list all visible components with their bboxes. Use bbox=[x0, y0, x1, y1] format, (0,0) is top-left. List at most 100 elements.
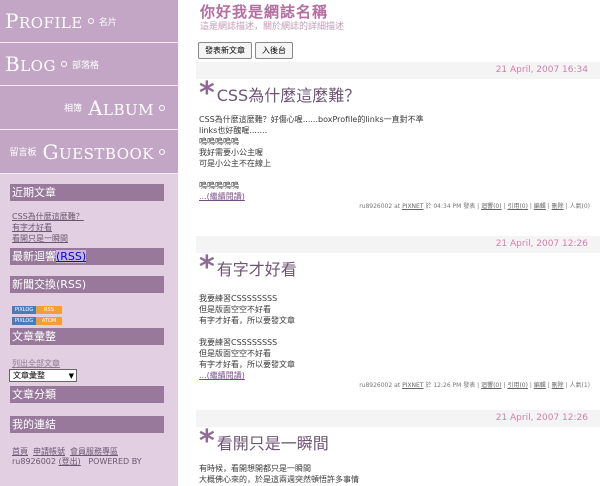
recent-posts-list: CSS為什麼這麼難？ 有字才好看 看開只是一瞬間 bbox=[12, 211, 178, 244]
post-title-row: * 看開只是一瞬間 bbox=[199, 427, 600, 457]
post-date: 21 April, 2007 12:26 bbox=[196, 410, 600, 427]
atom-feed-badge[interactable]: PIXLOG ATOM bbox=[12, 317, 178, 325]
category-heading: 文章分類 bbox=[10, 386, 164, 403]
footer-member-link[interactable]: 會員服務專區 bbox=[70, 447, 118, 456]
meta-at: at bbox=[394, 203, 401, 210]
recent-post-link[interactable]: CSS為什麼這麼難？ bbox=[12, 211, 178, 222]
meta-edit-link[interactable]: 編輯 bbox=[534, 382, 546, 389]
sidebar: PROFILE 名片 BLOG 部落格 相簿 ALBUM 留言板 GUESTBO… bbox=[0, 0, 178, 486]
nav-profile-label: PROFILE bbox=[5, 9, 83, 33]
post-title-row: * 有字才好看 bbox=[199, 253, 600, 283]
rss-feed-badge[interactable]: PIXLOG RSS bbox=[12, 306, 178, 314]
nav-album-label: ALBUM bbox=[88, 95, 154, 120]
meta-time: 於 04:34 PM 發表 bbox=[425, 203, 476, 210]
meta-user: ru8926002 bbox=[359, 382, 393, 389]
post-title[interactable]: 有字才好看 bbox=[217, 256, 297, 280]
feed-badge-left: PIXLOG bbox=[12, 306, 36, 314]
post-line: 我要練習CSSSSSSSS bbox=[199, 338, 278, 347]
nav-guestbook-label: GUESTBOOK bbox=[42, 139, 154, 164]
powered-by: POWERED BY bbox=[88, 457, 142, 466]
asterisk-icon: * bbox=[199, 424, 215, 459]
admin-button[interactable]: 入後台 bbox=[255, 42, 293, 59]
post-line: 嗚嗚嗚嗚嗚 bbox=[199, 181, 239, 190]
post-body: 有時候，看開想開都只是一瞬間 大概佛心來的，於是這兩週突然頓悟許多事情 bbox=[199, 463, 600, 485]
meta-delete-link[interactable]: 刪除 bbox=[552, 382, 564, 389]
archive-select-value: 文章彙整 bbox=[13, 371, 45, 380]
post-line: 我好需要小公主喔 bbox=[199, 148, 263, 157]
post-date: 21 April, 2007 12:26 bbox=[196, 236, 600, 253]
read-more-link[interactable]: ...(繼續閱讀) bbox=[199, 370, 600, 381]
post-body: CSS為什麼這麼難？好傷心喔......boxProfile的links一直對不… bbox=[199, 114, 600, 202]
post-line: 但是版面空空不好看 bbox=[199, 305, 271, 314]
recent-posts-heading: 近期文章 bbox=[10, 184, 164, 201]
post-body: 我要練習CSSSSSSSS 但是版面空空不好看 有字才好看，所以要發文章 我要練… bbox=[199, 293, 600, 381]
nav-blog-label: BLOG bbox=[5, 52, 56, 76]
post-line: 但是版面空空不好看 bbox=[199, 349, 271, 358]
nav-blog-sub: 部落格 bbox=[71, 60, 99, 71]
footer-home-link[interactable]: 首頁 bbox=[12, 447, 28, 456]
meta-site-link[interactable]: PIXNET bbox=[402, 382, 423, 389]
new-post-button[interactable]: 發表新文章 bbox=[198, 42, 252, 59]
post-meta: ru8926002 at PIXNET 於 12:26 PM 發表 | 迴響(0… bbox=[359, 382, 591, 389]
links-heading: 我的連結 bbox=[10, 416, 164, 433]
blog-description: 這是網誌描述，關於網誌的詳細描述 bbox=[200, 22, 345, 32]
nav-profile[interactable]: PROFILE 名片 bbox=[0, 0, 178, 43]
archive-link-wrap: 列出全部文章 bbox=[12, 358, 178, 369]
post: 21 April, 2007 12:26 * 有字才好看 我要練習CSSSSSS… bbox=[196, 236, 600, 391]
latest-comments-heading: 最新迴響(RSS) bbox=[10, 248, 164, 265]
feed-badge-left: PIXLOG bbox=[12, 317, 36, 325]
meta-views: 人氣(1) bbox=[569, 382, 591, 389]
main-content: 你好我是網誌名稱 這是網誌描述，關於網誌的詳細描述 發表新文章 入後台 21 A… bbox=[178, 0, 600, 486]
post-meta: ru8926002 at PIXNET 於 04:34 PM 發表 | 迴響(0… bbox=[359, 203, 591, 210]
post-line: 有字才好看，所以要發文章 bbox=[199, 316, 295, 325]
meta-comment-link[interactable]: 迴響(0) bbox=[481, 203, 502, 210]
post-date: 21 April, 2007 16:34 bbox=[196, 62, 600, 79]
meta-delete-link[interactable]: 刪除 bbox=[552, 203, 564, 210]
footer-register-link[interactable]: 申請帳號 bbox=[33, 447, 65, 456]
archive-all-link[interactable]: 列出全部文章 bbox=[12, 358, 178, 369]
recent-post-link[interactable]: 有字才好看 bbox=[12, 222, 178, 233]
meta-site-link[interactable]: PIXNET bbox=[402, 203, 423, 210]
feed-badge-right: RSS bbox=[36, 306, 62, 314]
meta-trackback-link[interactable]: 引用(0) bbox=[507, 382, 528, 389]
footer-links: 首頁 申請帳號 會員服務專區 ru8926002 (登出) POWERED BY bbox=[12, 447, 178, 467]
post-title[interactable]: CSS為什麼這麼難？ bbox=[217, 82, 361, 106]
post-title-row: * CSS為什麼這麼難？ bbox=[199, 79, 600, 109]
latest-comments-title: 最新迴響 bbox=[12, 250, 56, 263]
post-line: CSS為什麼這麼難？好傷心喔......boxProfile的links一直對不… bbox=[199, 115, 424, 124]
circle-icon bbox=[159, 148, 165, 155]
circle-icon bbox=[87, 18, 94, 24]
meta-comment-link[interactable]: 迴響(0) bbox=[481, 382, 502, 389]
nav-album[interactable]: 相簿 ALBUM bbox=[0, 86, 178, 130]
chevron-down-icon: ▼ bbox=[68, 371, 74, 380]
post-line: 有字才好看，所以要發文章 bbox=[199, 360, 295, 369]
asterisk-icon: * bbox=[199, 76, 215, 111]
post-line: 可是小公主不在線上 bbox=[199, 159, 271, 168]
meta-edit-link[interactable]: 編輯 bbox=[534, 203, 546, 210]
archive-select[interactable]: 文章彙整 ▼ bbox=[9, 369, 77, 382]
archive-heading: 文章彙整 bbox=[10, 328, 164, 345]
feed-badge-right: ATOM bbox=[36, 317, 62, 325]
nav-guestbook-sub: 留言板 bbox=[9, 148, 37, 158]
post: 21 April, 2007 12:26 * 看開只是一瞬間 有時候，看開想開都… bbox=[196, 410, 600, 485]
circle-icon bbox=[159, 104, 165, 111]
recent-post-link[interactable]: 看開只是一瞬間 bbox=[12, 233, 178, 244]
post-line: links也好醜喔....... bbox=[199, 126, 268, 135]
asterisk-icon: * bbox=[199, 250, 215, 285]
post-line bbox=[199, 169, 600, 180]
logout-link[interactable]: (登出) bbox=[59, 457, 81, 466]
nav-blog[interactable]: BLOG 部落格 bbox=[0, 43, 178, 86]
post-line: 我要練習CSSSSSSSS bbox=[199, 294, 278, 303]
read-more-link[interactable]: ...(繼續閱讀) bbox=[199, 191, 600, 202]
post: 21 April, 2007 16:34 * CSS為什麼這麼難？ CSS為什麼… bbox=[196, 62, 600, 212]
nav-guestbook[interactable]: 留言板 GUESTBOOK bbox=[0, 130, 178, 174]
meta-at: at bbox=[394, 382, 401, 389]
comments-rss-link[interactable]: (RSS) bbox=[56, 250, 87, 263]
nav-profile-sub: 名片 bbox=[98, 17, 117, 28]
circle-icon bbox=[60, 61, 67, 67]
post-title[interactable]: 看開只是一瞬間 bbox=[217, 430, 329, 454]
meta-user: ru8926002 bbox=[359, 203, 393, 210]
meta-views: 人氣(0) bbox=[569, 203, 591, 210]
post-line: 有時候，看開想開都只是一瞬間 bbox=[199, 464, 311, 473]
meta-trackback-link[interactable]: 引用(0) bbox=[507, 203, 528, 210]
